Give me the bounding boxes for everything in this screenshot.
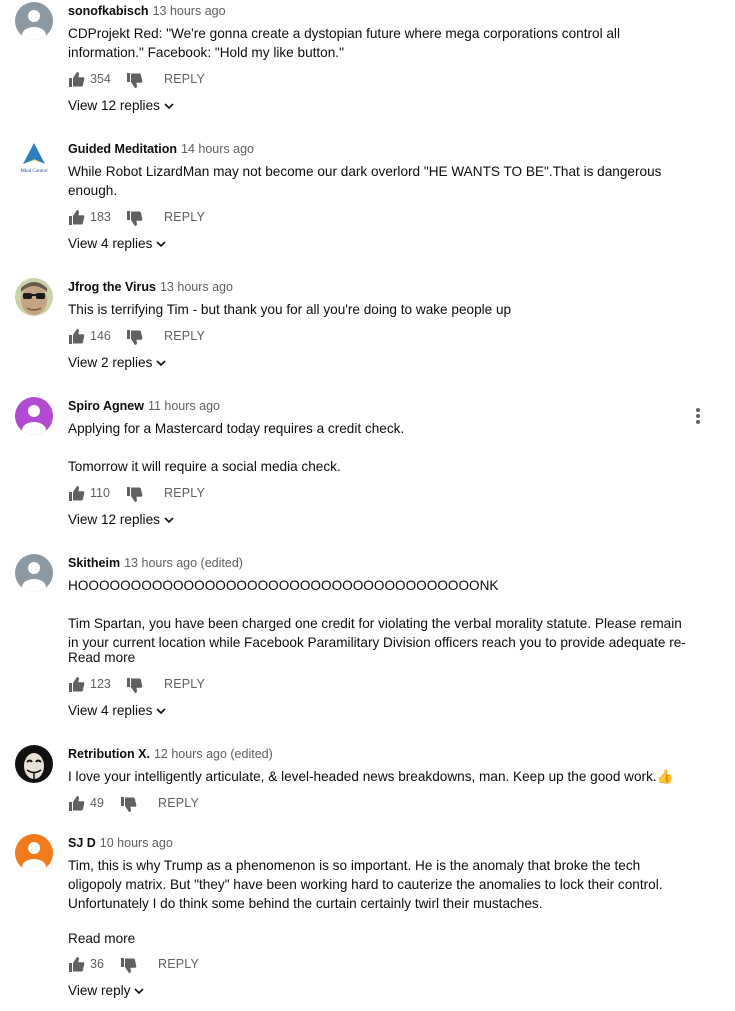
thumb-down-icon[interactable]	[126, 677, 143, 694]
chevron-down-icon	[156, 360, 167, 367]
default-user-icon	[15, 397, 53, 435]
comment-time[interactable]: 13 hours ago	[160, 280, 233, 294]
anonymous-mask-avatar	[15, 745, 53, 783]
comment-time[interactable]: 10 hours ago	[100, 836, 173, 850]
thumb-up-icon[interactable]	[68, 676, 85, 693]
view-replies-button[interactable]: View 4 replies	[68, 703, 167, 718]
thumb-down-icon[interactable]	[120, 796, 137, 813]
comment-author[interactable]: Jfrog the Virus	[68, 280, 156, 294]
mind-control-logo: Mind Control	[15, 140, 53, 178]
avatar[interactable]	[15, 834, 53, 872]
like-count: 36	[90, 957, 104, 971]
thumb-up-icon[interactable]	[68, 328, 85, 345]
reply-button[interactable]: REPLY	[158, 796, 199, 810]
avatar[interactable]	[15, 278, 53, 316]
comment-time[interactable]: 14 hours ago	[181, 142, 254, 156]
read-more-button[interactable]: Read more	[68, 650, 135, 665]
like-count: 123	[90, 677, 111, 691]
like-count: 49	[90, 796, 104, 810]
chevron-down-icon	[156, 708, 167, 715]
chevron-down-icon	[156, 241, 167, 248]
thumb-up-icon[interactable]	[68, 956, 85, 973]
comment-author[interactable]: Skitheim	[68, 556, 120, 570]
chevron-down-icon	[164, 103, 174, 110]
thumb-up-icon[interactable]	[68, 209, 85, 226]
comment-time[interactable]: 12 hours ago (edited)	[154, 747, 273, 761]
like-count: 354	[90, 72, 111, 86]
avatar[interactable]	[15, 554, 53, 592]
reply-button[interactable]: REPLY	[158, 957, 199, 971]
like-count: 110	[90, 486, 110, 500]
read-more-button[interactable]: Read more	[68, 931, 135, 946]
thumb-down-icon[interactable]	[126, 72, 143, 89]
comment-time[interactable]: 13 hours ago (edited)	[124, 556, 243, 570]
thumb-up-icon[interactable]	[68, 485, 85, 502]
chevron-down-icon	[164, 517, 174, 524]
comment-time[interactable]: 13 hours ago	[153, 4, 226, 18]
thumb-down-icon[interactable]	[120, 957, 137, 974]
view-replies-button[interactable]: View reply	[68, 983, 145, 998]
default-user-icon	[15, 834, 53, 872]
thumb-down-icon[interactable]	[126, 210, 143, 227]
view-replies-button[interactable]: View 2 replies	[68, 355, 167, 370]
svg-text:Mind Control: Mind Control	[20, 169, 48, 174]
view-replies-button[interactable]: View 12 replies	[68, 98, 174, 113]
default-user-icon	[15, 2, 53, 40]
avatar[interactable]	[15, 745, 53, 783]
comment-author[interactable]: Spiro Agnew	[68, 399, 144, 413]
reply-button[interactable]: REPLY	[164, 677, 205, 691]
thumb-up-icon[interactable]	[68, 71, 85, 88]
comment-author[interactable]: sonofkabisch	[68, 4, 149, 18]
view-replies-button[interactable]: View 12 replies	[68, 512, 174, 527]
thumb-down-icon[interactable]	[126, 486, 143, 503]
avatar[interactable]: Mind Control	[15, 140, 53, 178]
comment-text: Tim, this is why Trump as a phenomenon i…	[68, 858, 663, 911]
view-replies-button[interactable]: View 4 replies	[68, 236, 167, 251]
avatar[interactable]	[15, 397, 53, 435]
comment-text: Applying for a Mastercard today requires…	[68, 421, 405, 474]
default-user-icon	[15, 554, 53, 592]
kebab-menu-icon[interactable]	[694, 408, 702, 426]
comment-author[interactable]: Retribution X.	[68, 747, 150, 761]
thumb-down-icon[interactable]	[126, 329, 143, 346]
reply-button[interactable]: REPLY	[164, 486, 205, 500]
comment-time[interactable]: 11 hours ago	[148, 399, 220, 413]
sunglasses-man-photo	[15, 278, 53, 316]
comment-text: CDProjekt Red: "We're gonna create a dys…	[68, 26, 620, 60]
reply-button[interactable]: REPLY	[164, 72, 205, 86]
reply-button[interactable]: REPLY	[164, 210, 205, 224]
comment-text: While Robot LizardMan may not become our…	[68, 164, 662, 198]
reply-button[interactable]: REPLY	[164, 329, 205, 343]
comment-text: This is terrifying Tim - but thank you f…	[68, 302, 512, 317]
avatar[interactable]	[15, 2, 53, 40]
comment-author[interactable]: Guided Meditation	[68, 142, 177, 156]
like-count: 183	[90, 210, 111, 224]
comment-author[interactable]: SJ D	[68, 836, 96, 850]
comment-text: I love your intelligently articulate, & …	[68, 769, 674, 784]
chevron-down-icon	[134, 988, 145, 995]
comment-text: HOOOOOOOOOOOOOOOOOOOOOOOOOOOOOOOOOOOOOON…	[68, 578, 686, 650]
like-count: 146	[90, 329, 111, 343]
thumb-up-icon[interactable]	[68, 795, 85, 812]
